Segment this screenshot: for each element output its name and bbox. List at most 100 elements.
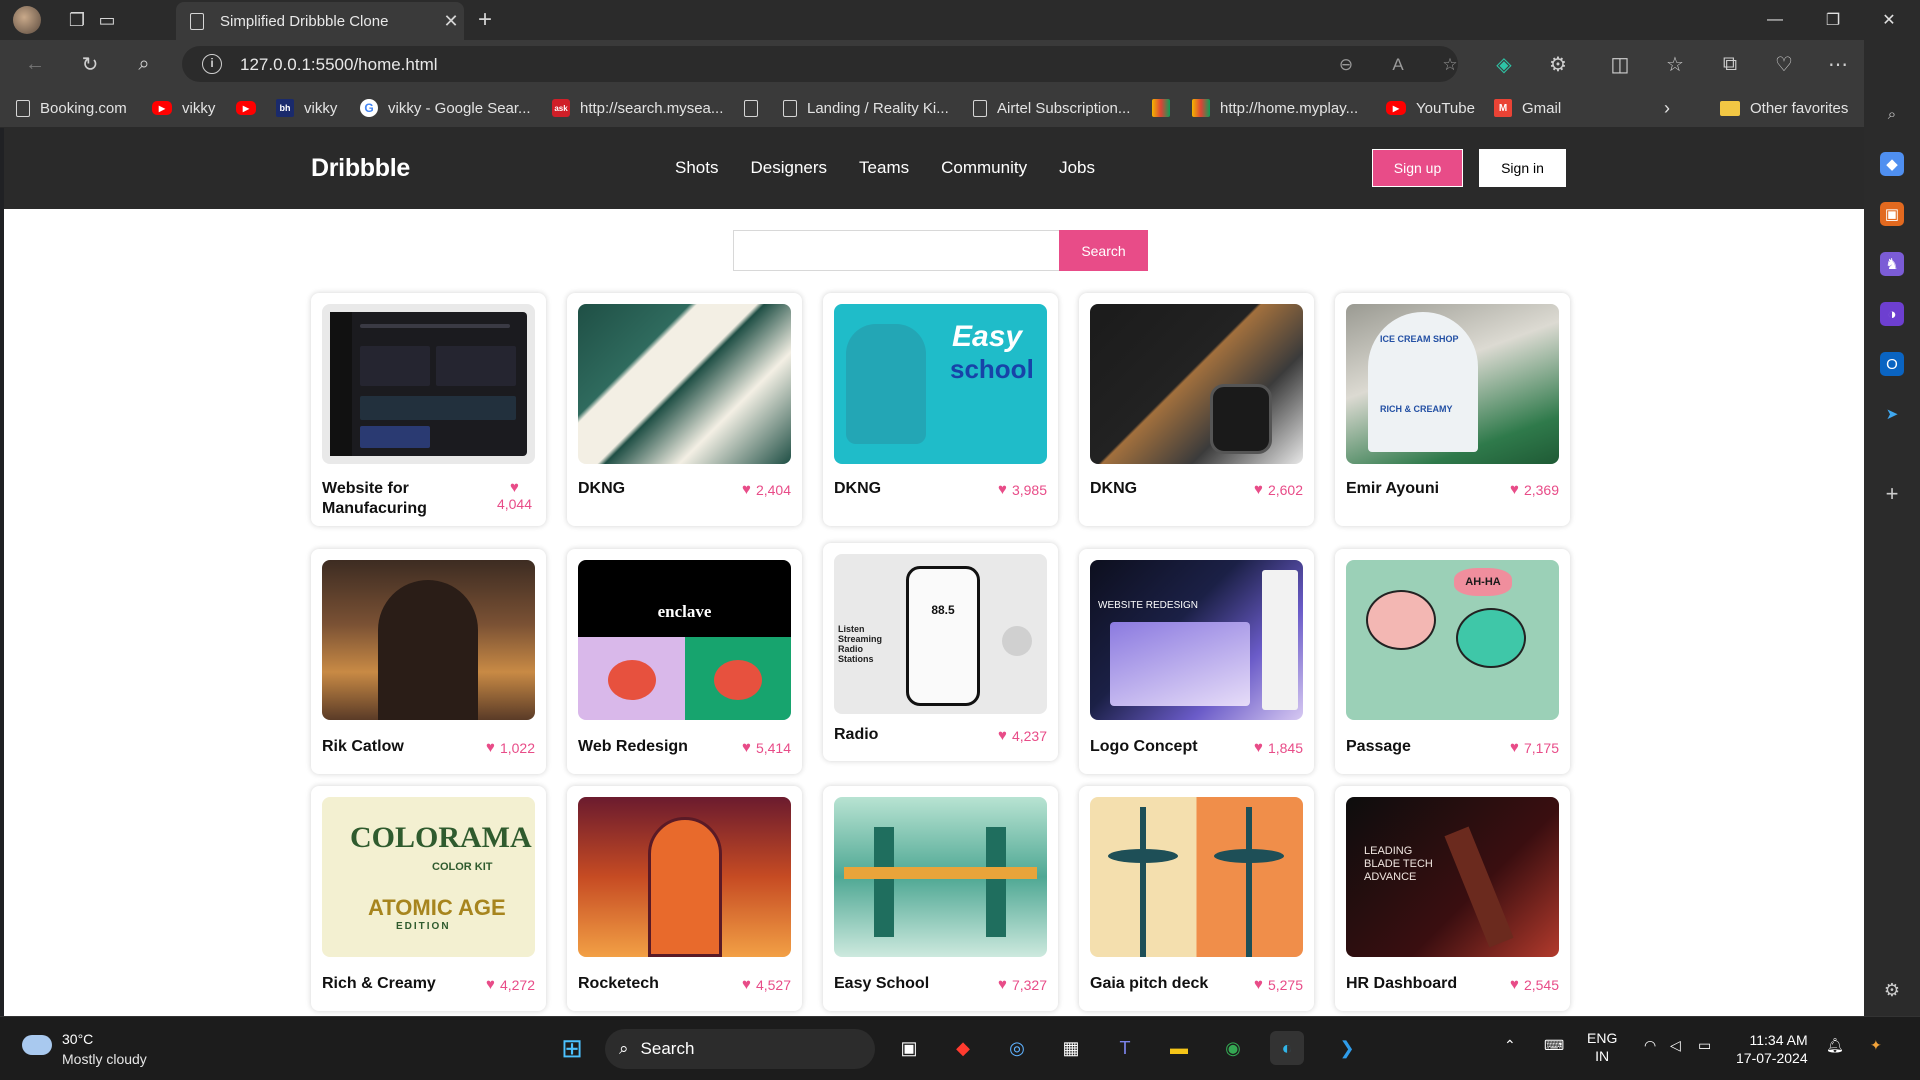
shot-likes[interactable]: ♥ 4,237 xyxy=(998,727,1047,744)
send-icon[interactable]: ➤ xyxy=(1880,402,1904,426)
search-icon[interactable]: ⌕ xyxy=(130,50,158,78)
keyboard-icon[interactable]: ⌨ xyxy=(1544,1037,1564,1054)
shot-thumbnail[interactable] xyxy=(322,304,535,464)
other-favorites[interactable]: Other favorites xyxy=(1720,96,1848,120)
shot-thumbnail[interactable]: enclave xyxy=(578,560,791,720)
shot-likes[interactable]: ♥ 2,545 xyxy=(1510,976,1559,993)
workspaces-icon[interactable]: ❐ xyxy=(63,6,91,34)
shot-card[interactable]: Gaia pitch deck ♥ 5,275 xyxy=(1079,786,1314,1011)
bookmark-mysearch[interactable]: ask http://search.mysea... xyxy=(552,96,723,120)
shot-thumbnail[interactable]: COLORAMA COLOR KIT ATOMIC AGE EDITION xyxy=(322,797,535,957)
nav-teams[interactable]: Teams xyxy=(859,158,909,178)
shot-title[interactable]: Web Redesign xyxy=(578,737,688,757)
shot-thumbnail[interactable] xyxy=(834,797,1047,957)
weather-description[interactable]: Mostly cloudy xyxy=(62,1051,147,1067)
bookmark-myplay-icon[interactable] xyxy=(1152,96,1180,120)
extensions-icon[interactable]: ⚙ xyxy=(1544,50,1572,78)
collections-icon[interactable]: ⧉ xyxy=(1716,50,1744,78)
favorite-star-icon[interactable]: ☆ xyxy=(1438,53,1462,77)
shot-card[interactable]: enclave Web Redesign ♥ 5,414 xyxy=(567,549,802,774)
bookmark-google-search[interactable]: Gvikky - Google Sear... xyxy=(360,96,531,120)
shot-title[interactable]: Radio xyxy=(834,725,878,745)
browser-essentials-icon[interactable]: ♡ xyxy=(1770,50,1798,78)
copilot-taskbar-icon[interactable]: ◎ xyxy=(1000,1031,1034,1065)
language-indicator[interactable]: ENG IN xyxy=(1587,1029,1617,1065)
restore-icon[interactable]: ❐ xyxy=(1810,6,1856,34)
cloud-icon[interactable] xyxy=(22,1035,52,1055)
shot-title[interactable]: DKNG xyxy=(578,479,625,499)
edge-icon[interactable]: ◐ xyxy=(1270,1031,1304,1065)
system-clock[interactable]: 11:34 AM 17-07-2024 xyxy=(1736,1031,1808,1067)
shot-likes[interactable]: ♥ 4,044 xyxy=(497,479,532,512)
shot-likes[interactable]: ♥ 7,327 xyxy=(998,976,1047,993)
more-bookmarks-icon[interactable]: › xyxy=(1664,96,1670,120)
wifi-icon[interactable]: ◠ xyxy=(1644,1037,1656,1054)
shot-likes[interactable]: ♥ 5,414 xyxy=(742,739,791,756)
shot-title[interactable]: DKNG xyxy=(834,479,881,499)
shot-title[interactable]: Easy School xyxy=(834,974,929,994)
shot-title[interactable]: Emir Ayouni xyxy=(1346,479,1439,499)
shot-thumbnail[interactable] xyxy=(578,797,791,957)
bookmark-airtel[interactable]: Airtel Subscription... xyxy=(973,96,1130,120)
extension-icon[interactable]: ◈ xyxy=(1490,50,1518,78)
shot-likes[interactable]: ♥ 5,275 xyxy=(1254,976,1303,993)
tab-actions-icon[interactable]: ▭ xyxy=(93,6,121,34)
refresh-icon[interactable]: ↻ xyxy=(76,50,104,78)
bookmark-youtube-main[interactable]: ▶ YouTube xyxy=(1386,96,1475,120)
shot-thumbnail[interactable] xyxy=(322,560,535,720)
shopping-tag-icon[interactable]: ◆ xyxy=(1880,152,1904,176)
search-icon[interactable]: ⌕ xyxy=(1880,102,1904,126)
task-view-icon[interactable]: ▣ xyxy=(892,1031,926,1065)
tools-briefcase-icon[interactable]: ▣ xyxy=(1880,202,1904,226)
shot-card[interactable]: Rik Catlow ♥ 1,022 xyxy=(311,549,546,774)
shot-likes[interactable]: ♥ 3,985 xyxy=(998,481,1047,498)
search-button[interactable]: Search xyxy=(1059,230,1148,271)
outlook-icon[interactable]: O xyxy=(1880,352,1904,376)
sign-in-button[interactable]: Sign in xyxy=(1479,149,1566,187)
bookmark-vikky-bh[interactable]: bh vikky xyxy=(276,96,337,120)
shot-likes[interactable]: ♥ 4,272 xyxy=(486,976,535,993)
shot-likes[interactable]: ♥ 1,845 xyxy=(1254,739,1303,756)
bookmark-doc[interactable] xyxy=(744,96,768,120)
shot-card[interactable]: Easy School ♥ 7,327 xyxy=(823,786,1058,1011)
nav-community[interactable]: Community xyxy=(941,158,1027,178)
shot-thumbnail[interactable]: Listen Streaming Radio Stations 88.5 xyxy=(834,554,1047,714)
url-text[interactable]: 127.0.0.1:5500/home.html xyxy=(240,55,438,75)
shot-title[interactable]: Logo Concept xyxy=(1090,737,1198,757)
shot-card[interactable]: ICE CREAM SHOP RICH & CREAMY Emir Ayouni… xyxy=(1335,293,1570,526)
dribbble-logo[interactable]: Dribbble xyxy=(311,154,410,183)
shot-card[interactable]: LEADING BLADE TECH ADVANCE HR Dashboard … xyxy=(1335,786,1570,1011)
shot-card[interactable]: AH-HA Passage ♥ 7,175 xyxy=(1335,549,1570,774)
search-input[interactable] xyxy=(733,230,1059,271)
shot-likes[interactable]: ♥ 2,369 xyxy=(1510,481,1559,498)
shot-card[interactable]: WEBSITE REDESIGN Logo Concept ♥ 1,845 xyxy=(1079,549,1314,774)
copilot-apps-icon[interactable]: ◑ xyxy=(1880,302,1904,326)
shot-card[interactable]: COLORAMA COLOR KIT ATOMIC AGE EDITION Ri… xyxy=(311,786,546,1011)
nav-shots[interactable]: Shots xyxy=(675,158,718,178)
shot-thumbnail[interactable]: LEADING BLADE TECH ADVANCE xyxy=(1346,797,1559,957)
read-aloud-icon[interactable]: A xyxy=(1386,53,1410,77)
shot-title[interactable]: Website for Manufacuring xyxy=(322,479,472,519)
shot-thumbnail[interactable]: Easy school xyxy=(834,304,1047,464)
vscode-icon[interactable]: ❯ xyxy=(1330,1031,1364,1065)
shot-title[interactable]: Rocketech xyxy=(578,974,659,994)
zoom-icon[interactable]: ⊖ xyxy=(1334,53,1358,77)
bookmark-booking[interactable]: Booking.com xyxy=(16,96,127,120)
games-icon[interactable]: ♞ xyxy=(1880,252,1904,276)
shot-title[interactable]: Gaia pitch deck xyxy=(1090,974,1208,994)
app-diamond-icon[interactable]: ◆ xyxy=(946,1031,980,1065)
browser-tab[interactable]: Simplified Dribbble Clone ✕ xyxy=(176,2,464,40)
windows-start-icon[interactable]: ⊞ xyxy=(555,1031,589,1065)
shot-title[interactable]: Passage xyxy=(1346,737,1411,757)
favorites-icon[interactable]: ☆ xyxy=(1661,50,1689,78)
bookmark-landing[interactable]: Landing / Reality Ki... xyxy=(783,96,949,120)
shot-thumbnail[interactable]: WEBSITE REDESIGN xyxy=(1090,560,1303,720)
taskbar-search[interactable]: ⌕ Search xyxy=(605,1029,875,1069)
shot-card[interactable]: DKNG ♥ 2,602 xyxy=(1079,293,1314,526)
volume-icon[interactable]: ◁ xyxy=(1670,1037,1681,1054)
site-info-icon[interactable]: i xyxy=(202,54,222,74)
nav-jobs[interactable]: Jobs xyxy=(1059,158,1095,178)
add-app-icon[interactable]: + xyxy=(1880,481,1904,506)
minimize-icon[interactable]: — xyxy=(1752,6,1798,34)
more-menu-icon[interactable]: ⋯ xyxy=(1824,50,1852,78)
